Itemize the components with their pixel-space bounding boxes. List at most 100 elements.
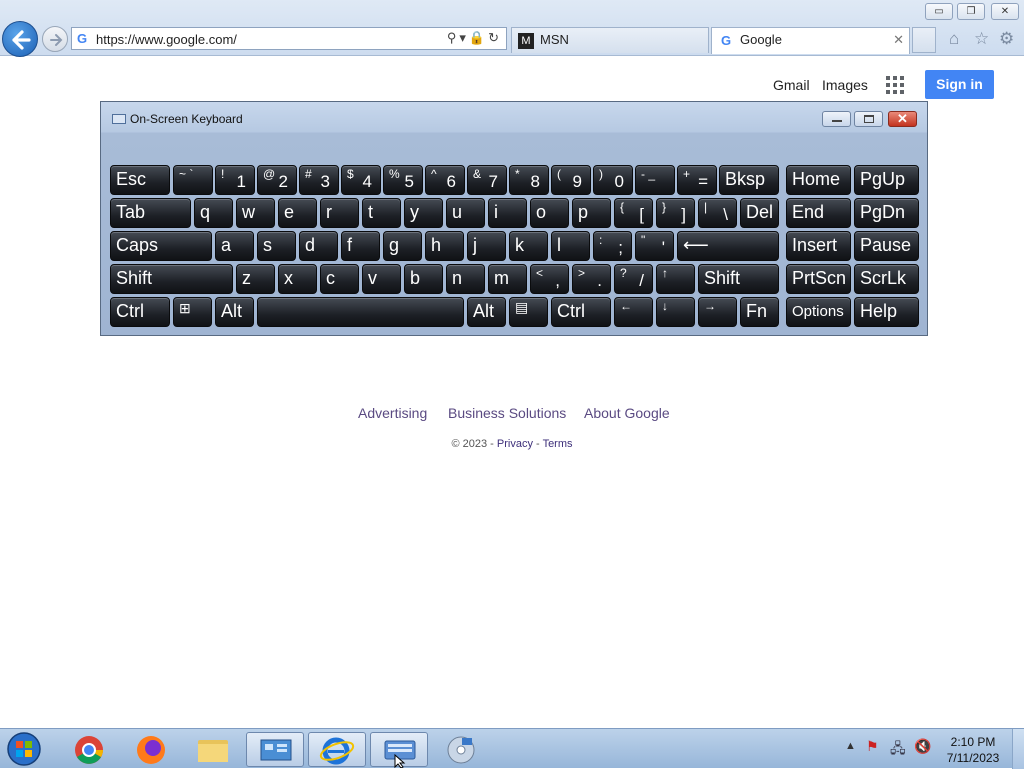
key-j[interactable]: j xyxy=(467,231,506,261)
refresh-icon[interactable]: ↻ xyxy=(488,30,502,45)
key-left-alt[interactable]: Alt xyxy=(215,297,254,327)
key-c[interactable]: c xyxy=(320,264,359,294)
settings-gear-icon[interactable]: ⚙ xyxy=(999,29,1014,49)
key-up[interactable]: ↑ xyxy=(656,264,695,294)
key-m[interactable]: m xyxy=(488,264,527,294)
key-u[interactable]: u xyxy=(446,198,485,228)
key-down-arrow[interactable]: ↓ xyxy=(656,297,695,327)
key-period[interactable]: >. xyxy=(572,264,611,294)
key-right-alt[interactable]: Alt xyxy=(467,297,506,327)
taskbar-control-panel[interactable] xyxy=(246,732,304,767)
close-button[interactable]: ✕ xyxy=(991,3,1019,20)
key-tab[interactable]: Tab xyxy=(110,198,191,228)
home-icon[interactable]: ⌂ xyxy=(949,29,959,49)
forward-button[interactable] xyxy=(42,26,68,52)
key-end[interactable]: End xyxy=(786,198,851,228)
key-menu[interactable]: ▤ xyxy=(509,297,548,327)
key-quote[interactable]: " ' xyxy=(635,231,674,261)
key-tilde[interactable]: ~ ` xyxy=(173,165,213,195)
key-right-shift[interactable]: Shift xyxy=(698,264,779,294)
taskbar-explorer[interactable] xyxy=(184,732,242,767)
taskbar-firefox[interactable] xyxy=(122,732,180,767)
key-left-ctrl[interactable]: Ctrl xyxy=(110,297,170,327)
key-prtscn[interactable]: PrtScn xyxy=(786,264,851,294)
tab-google[interactable]: G Google ✕ xyxy=(711,27,910,54)
key-a[interactable]: a xyxy=(215,231,254,261)
key-s[interactable]: s xyxy=(257,231,296,261)
key-w[interactable]: w xyxy=(236,198,275,228)
key-right-bracket[interactable]: }] xyxy=(656,198,695,228)
key-e[interactable]: e xyxy=(278,198,317,228)
show-desktop-button[interactable] xyxy=(1012,729,1024,769)
lock-icon[interactable]: 🔒 xyxy=(469,30,488,45)
minimize-button[interactable]: ▭ xyxy=(925,3,953,20)
key-k[interactable]: k xyxy=(509,231,548,261)
apps-grid-icon[interactable] xyxy=(886,76,904,94)
key-backspace[interactable]: Bksp xyxy=(719,165,779,195)
key-8[interactable]: * 8 xyxy=(509,165,549,195)
key-right-arrow[interactable]: → xyxy=(698,297,737,327)
action-center-flag-icon[interactable]: ⚑ xyxy=(866,738,879,755)
key-t[interactable]: t xyxy=(362,198,401,228)
key-f[interactable]: f xyxy=(341,231,380,261)
search-icon[interactable]: ⚲ xyxy=(447,30,460,45)
key-home[interactable]: Home xyxy=(786,165,851,195)
key-g[interactable]: g xyxy=(383,231,422,261)
key-q[interactable]: q xyxy=(194,198,233,228)
key-9[interactable]: (9 xyxy=(551,165,591,195)
sign-in-button[interactable]: Sign in xyxy=(925,70,994,99)
key-options[interactable]: Options xyxy=(786,297,851,327)
dropdown-icon[interactable]: ▾ xyxy=(459,30,469,45)
key-equals[interactable]: + = xyxy=(677,165,717,195)
address-bar[interactable]: G https://www.google.com/ ⚲▾🔒↻ xyxy=(71,27,507,50)
key-esc[interactable]: Esc xyxy=(110,165,170,195)
restore-button[interactable]: ❐ xyxy=(957,3,985,20)
key-enter[interactable]: ⟵ xyxy=(677,231,779,261)
key-3[interactable]: #3 xyxy=(299,165,339,195)
images-link[interactable]: Images xyxy=(822,77,868,93)
key-i[interactable]: i xyxy=(488,198,527,228)
privacy-link[interactable]: Privacy xyxy=(497,438,533,450)
key-v[interactable]: v xyxy=(362,264,401,294)
key-b[interactable]: b xyxy=(404,264,443,294)
key-pgup[interactable]: PgUp xyxy=(854,165,919,195)
key-insert[interactable]: Insert xyxy=(786,231,851,261)
taskbar-internet-explorer[interactable] xyxy=(308,732,366,767)
gmail-link[interactable]: Gmail xyxy=(773,77,810,93)
key-fn[interactable]: Fn xyxy=(740,297,779,327)
key-7[interactable]: & 7 xyxy=(467,165,507,195)
key-2[interactable]: @2 xyxy=(257,165,297,195)
start-button[interactable] xyxy=(4,731,46,767)
footer-about-link[interactable]: About Google xyxy=(584,405,670,421)
osk-maximize-button[interactable] xyxy=(854,111,883,127)
key-space[interactable] xyxy=(257,297,464,327)
key-left-arrow[interactable]: ← xyxy=(614,297,653,327)
key-backslash[interactable]: | \ xyxy=(698,198,737,228)
key-scrlk[interactable]: ScrLk xyxy=(854,264,919,294)
taskbar-on-screen-keyboard[interactable] xyxy=(370,732,428,769)
favorites-star-icon[interactable]: ☆ xyxy=(974,29,989,49)
key-z[interactable]: z xyxy=(236,264,275,294)
taskbar-chrome[interactable] xyxy=(60,732,118,767)
key-pause[interactable]: Pause xyxy=(854,231,919,261)
key-1[interactable]: ! 1 xyxy=(215,165,255,195)
key-6[interactable]: ^ 6 xyxy=(425,165,465,195)
key-windows[interactable]: ⊞ xyxy=(173,297,212,327)
key-0[interactable]: ) 0 xyxy=(593,165,633,195)
osk-close-button[interactable]: ✕ xyxy=(888,111,917,127)
system-clock[interactable]: 2:10 PM 7/11/2023 xyxy=(938,734,1008,766)
key-n[interactable]: n xyxy=(446,264,485,294)
key-o[interactable]: o xyxy=(530,198,569,228)
key-r[interactable]: r xyxy=(320,198,359,228)
footer-advertising-link[interactable]: Advertising xyxy=(358,405,427,421)
key-del[interactable]: Del xyxy=(740,198,779,228)
key-y[interactable]: y xyxy=(404,198,443,228)
key-5[interactable]: % 5 xyxy=(383,165,423,195)
key-x[interactable]: x xyxy=(278,264,317,294)
address-url[interactable]: https://www.google.com/ xyxy=(96,32,237,47)
volume-muted-icon[interactable]: 🔇 xyxy=(914,738,931,755)
network-icon[interactable]: 🖧 xyxy=(890,738,906,762)
key-4[interactable]: $4 xyxy=(341,165,381,195)
key-left-bracket[interactable]: {[ xyxy=(614,198,653,228)
key-slash[interactable]: ? / xyxy=(614,264,653,294)
